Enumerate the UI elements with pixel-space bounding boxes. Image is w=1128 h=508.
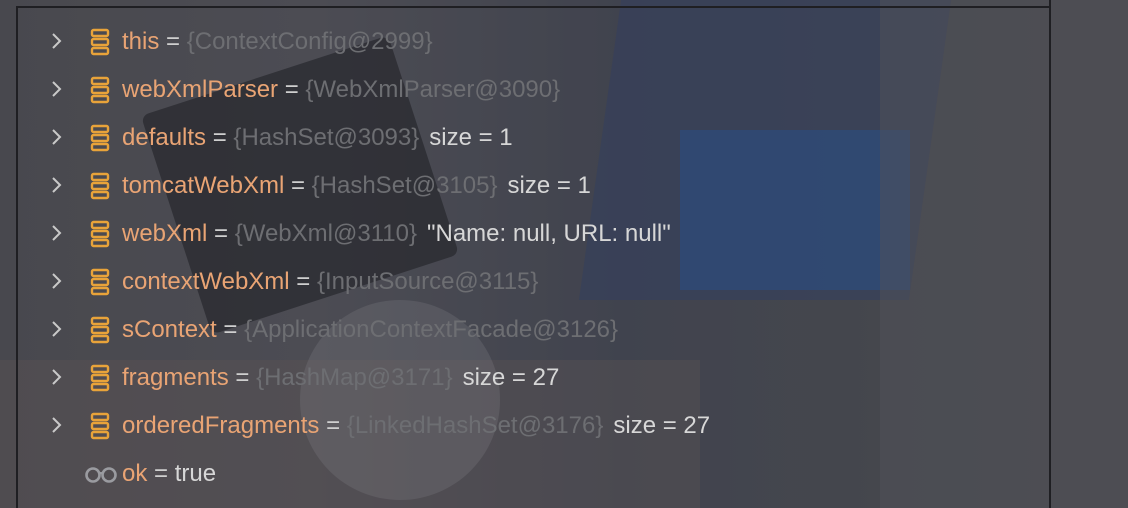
- expand-chevron-icon[interactable]: [48, 31, 66, 51]
- variable-name: contextWebXml: [122, 268, 290, 295]
- variable-name: orderedFragments: [122, 412, 320, 439]
- equals-sign: =: [235, 364, 250, 391]
- equals-sign: =: [290, 172, 305, 199]
- variable-name: webXml: [122, 220, 208, 247]
- equals-sign: =: [212, 124, 227, 151]
- equals-sign: =: [284, 76, 299, 103]
- variable-ref: {InputSource@3115}: [316, 268, 539, 295]
- variable-text: contextWebXml = {InputSource@3115}: [122, 266, 548, 298]
- field-icon: [88, 76, 112, 104]
- equals-sign: =: [326, 412, 341, 439]
- variable-name: sContext: [122, 316, 217, 343]
- variable-name: tomcatWebXml: [122, 172, 285, 199]
- variable-text: ok = true: [122, 458, 216, 490]
- variable-ref: {HashSet@3105}: [311, 172, 498, 199]
- equals-sign: =: [166, 28, 181, 55]
- variable-text: tomcatWebXml = {HashSet@3105} size = 1: [122, 170, 591, 202]
- variable-row[interactable]: defaults = {HashSet@3093} size = 1: [0, 114, 1040, 162]
- field-icon: [88, 220, 112, 248]
- variable-text: sContext = {ApplicationContextFacade@312…: [122, 314, 628, 346]
- variable-text: webXml = {WebXml@3110} "Name: null, URL: …: [122, 218, 671, 250]
- panel-border-top: [18, 6, 1050, 8]
- variable-text: this = {ContextConfig@2999}: [122, 26, 443, 58]
- variable-extra: size = 1: [429, 124, 513, 151]
- variable-name: fragments: [122, 364, 229, 391]
- panel-border-right: [1049, 0, 1051, 508]
- variable-row[interactable]: sContext = {ApplicationContextFacade@312…: [0, 306, 1040, 354]
- variable-ref: {HashMap@3171}: [256, 364, 453, 391]
- variable-extra: "Name: null, URL: null": [426, 220, 671, 247]
- expand-chevron-icon[interactable]: [48, 223, 66, 243]
- equals-sign: =: [154, 460, 169, 487]
- variable-value: true: [174, 460, 217, 487]
- variable-name: ok: [122, 460, 148, 487]
- watch-glasses-icon: [84, 460, 118, 488]
- variable-name: defaults: [122, 124, 207, 151]
- field-icon: [88, 172, 112, 200]
- variable-extra: size = 1: [507, 172, 591, 199]
- variable-ref: {LinkedHashSet@3176}: [346, 412, 604, 439]
- expand-chevron-icon[interactable]: [48, 271, 66, 291]
- variable-ref: {WebXmlParser@3090}: [305, 76, 561, 103]
- variable-ref: {WebXml@3110}: [234, 220, 417, 247]
- variable-ref: {HashSet@3093}: [233, 124, 420, 151]
- variable-name: webXmlParser: [122, 76, 279, 103]
- variable-ref: {ContextConfig@2999}: [186, 28, 433, 55]
- variable-row[interactable]: webXmlParser = {WebXmlParser@3090}: [0, 66, 1040, 114]
- field-icon: [88, 28, 112, 56]
- variable-text: orderedFragments = {LinkedHashSet@3176} s…: [122, 410, 710, 442]
- expand-chevron-icon[interactable]: [48, 79, 66, 99]
- expand-chevron-icon[interactable]: [48, 319, 66, 339]
- variable-extra: size = 27: [613, 412, 711, 439]
- variable-name: this: [122, 28, 160, 55]
- field-icon: [88, 268, 112, 296]
- field-icon: [88, 124, 112, 152]
- expand-chevron-icon[interactable]: [48, 175, 66, 195]
- field-icon: [88, 364, 112, 392]
- equals-sign: =: [223, 316, 238, 343]
- variable-row[interactable]: orderedFragments = {LinkedHashSet@3176} s…: [0, 402, 1040, 450]
- expand-chevron-icon[interactable]: [48, 367, 66, 387]
- variable-text: fragments = {HashMap@3171} size = 27: [122, 362, 559, 394]
- expand-chevron-icon[interactable]: [48, 415, 66, 435]
- field-icon: [88, 412, 112, 440]
- expand-chevron-icon[interactable]: [48, 127, 66, 147]
- field-icon: [88, 316, 112, 344]
- variable-text: webXmlParser = {WebXmlParser@3090}: [122, 74, 570, 106]
- variable-row[interactable]: ok = true: [0, 450, 1040, 498]
- variable-row[interactable]: webXml = {WebXml@3110} "Name: null, URL: …: [0, 210, 1040, 258]
- variable-row[interactable]: fragments = {HashMap@3171} size = 27: [0, 354, 1040, 402]
- variable-ref: {ApplicationContextFacade@3126}: [244, 316, 619, 343]
- variable-extra: size = 27: [462, 364, 560, 391]
- variable-text: defaults = {HashSet@3093} size = 1: [122, 122, 513, 154]
- equals-sign: =: [296, 268, 311, 295]
- equals-sign: =: [214, 220, 229, 247]
- variable-row[interactable]: this = {ContextConfig@2999}: [0, 18, 1040, 66]
- variable-row[interactable]: contextWebXml = {InputSource@3115}: [0, 258, 1040, 306]
- variable-row[interactable]: tomcatWebXml = {HashSet@3105} size = 1: [0, 162, 1040, 210]
